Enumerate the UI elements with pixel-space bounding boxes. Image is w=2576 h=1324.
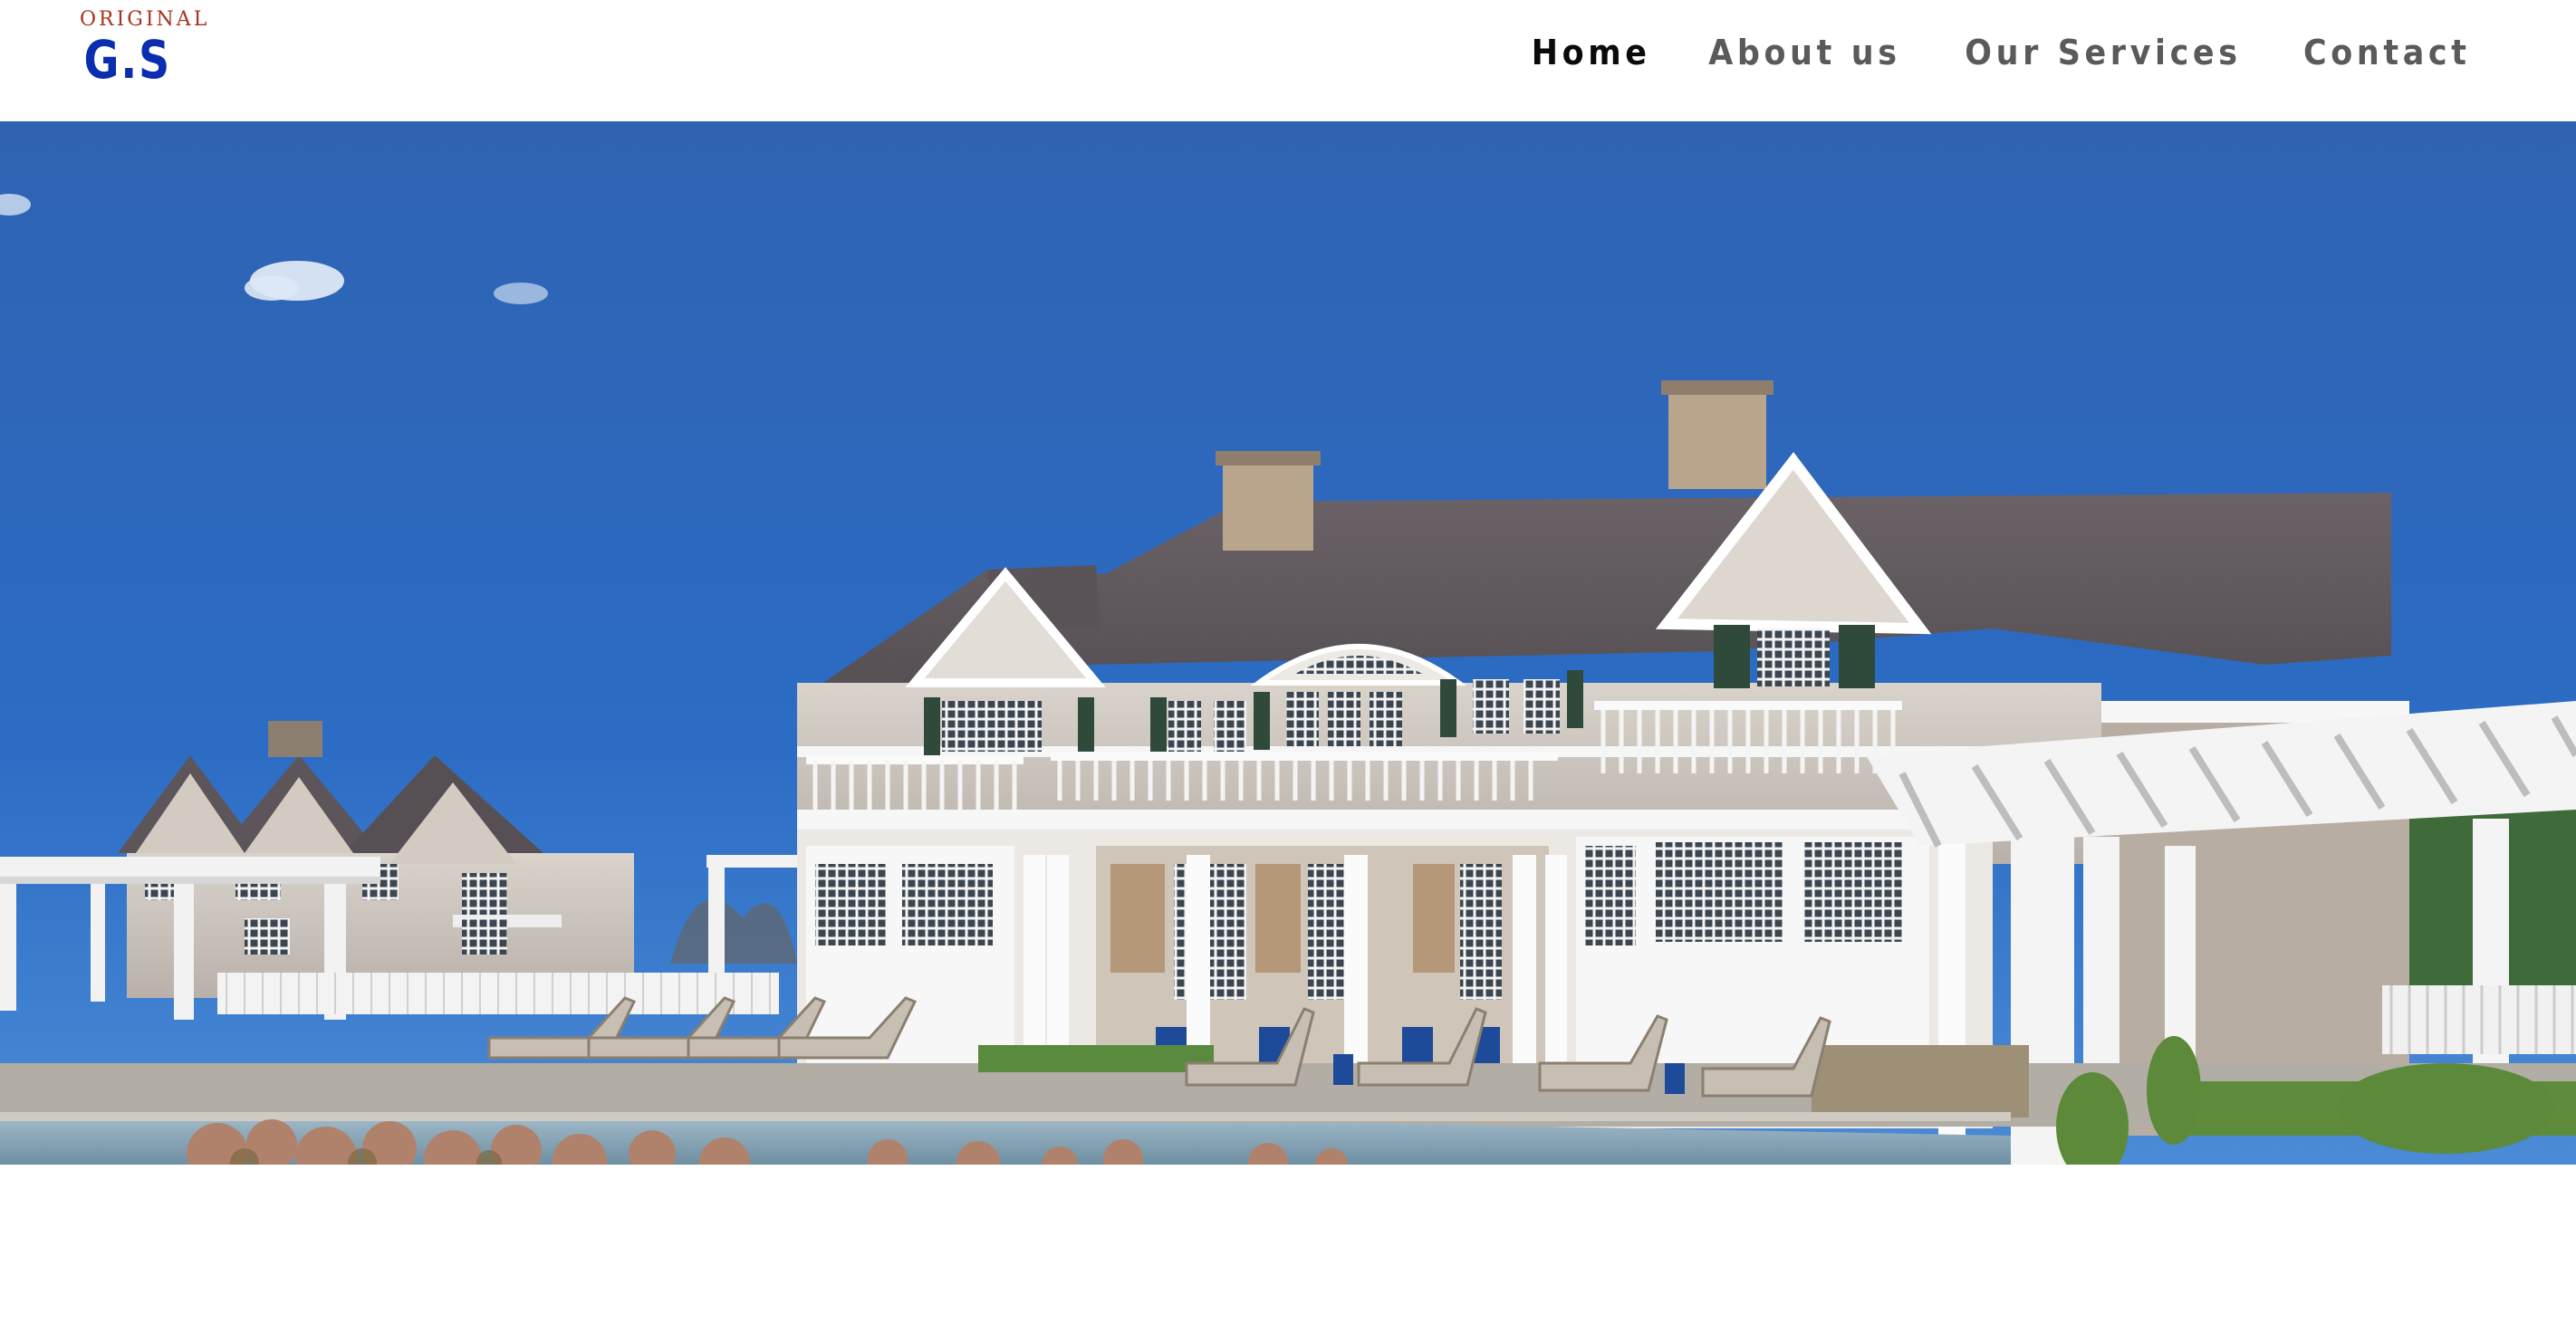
- hero-image: [0, 121, 2576, 1165]
- logo-mark: G.S: [83, 29, 171, 91]
- content-spacer: [0, 1165, 2576, 1324]
- nav-item-our-services[interactable]: Our Services: [1965, 27, 2241, 78]
- nav-item-home[interactable]: Home: [1532, 27, 1651, 78]
- main-nav: Home About us Our Services Contact: [1526, 27, 2478, 78]
- nav-item-about-us[interactable]: About us: [1708, 27, 1900, 78]
- site-header: ORIGINAL G.S Home About us Our Services …: [0, 0, 2576, 121]
- site-logo[interactable]: ORIGINAL G.S: [78, 7, 207, 91]
- hero-banner: [0, 121, 2576, 1165]
- nav-item-contact[interactable]: Contact: [2303, 27, 2471, 78]
